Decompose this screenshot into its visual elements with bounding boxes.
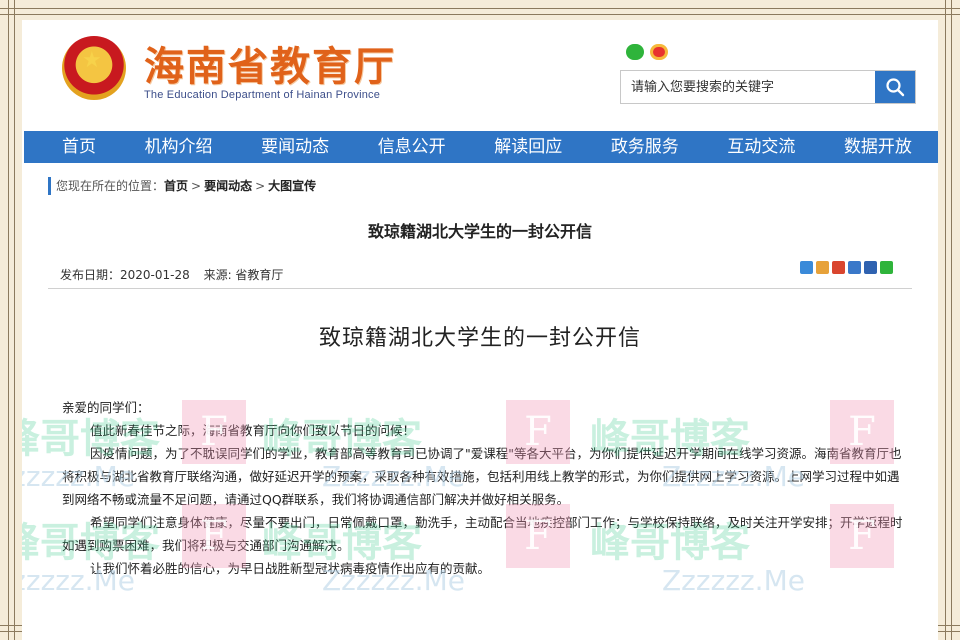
site-header: ★ 海南省教育厅 The Education Department of Hai…: [22, 20, 938, 130]
star-icon: ★: [82, 48, 102, 73]
breadcrumb-separator: >: [191, 179, 202, 193]
wechat-share-icon[interactable]: [880, 261, 893, 274]
salutation: 亲爱的同学们：: [62, 400, 150, 415]
article-source: 来源: 省教育厅: [203, 268, 284, 282]
breadcrumb: 您现在所在的位置：首页 > 要闻动态 > 大图宣传: [48, 177, 316, 195]
search-box: [620, 70, 916, 104]
search-input[interactable]: [621, 71, 875, 103]
publish-date: 发布日期：2020-01-28: [60, 268, 190, 282]
main-nav: 首页 机构介绍 要闻动态 信息公开 解读回应 政务服务 互动交流 数据开放: [24, 131, 938, 163]
article-meta: 发布日期：2020-01-28 来源: 省教育厅: [60, 266, 293, 283]
frame-line: [0, 8, 960, 9]
breadcrumb-prefix: 您现在所在的位置：: [56, 179, 165, 193]
site-subtitle: The Education Department of Hainan Provi…: [144, 89, 381, 101]
page-container: ★ 海南省教育厅 The Education Department of Hai…: [22, 20, 938, 640]
frame-line: [951, 0, 952, 640]
frame-line: [8, 0, 9, 640]
nav-item-home[interactable]: 首页: [62, 131, 96, 163]
paragraph: 让我们怀着必胜的信心，为早日战胜新型冠状病毒疫情作出应有的贡献。: [90, 561, 491, 576]
paragraph: 因疫情问题，为了不耽误同学们的学业，教育部高等教育司已协调了"爱课程"等各大平台…: [62, 446, 902, 507]
breadcrumb-item-banner[interactable]: 大图宣传: [268, 179, 316, 193]
wechat-icon[interactable]: [626, 44, 644, 60]
nav-item-interaction[interactable]: 互动交流: [727, 131, 795, 163]
social-links: [626, 44, 668, 60]
paragraph: 希望同学们注意身体健康，尽量不要出门，日常佩戴口罩，勤洗手，主动配合当地疾控部门…: [62, 515, 903, 553]
weibo-icon[interactable]: [650, 44, 668, 60]
share-bar: [800, 261, 893, 274]
nav-item-news[interactable]: 要闻动态: [261, 131, 329, 163]
frame-line: [14, 0, 15, 640]
weibo-share-icon[interactable]: [832, 261, 845, 274]
search-icon: [886, 78, 905, 97]
nav-item-open-data[interactable]: 数据开放: [844, 131, 912, 163]
frame-line: [0, 14, 960, 15]
national-emblem-icon[interactable]: ★: [62, 36, 126, 100]
people-icon[interactable]: [864, 261, 877, 274]
plus-share-icon[interactable]: [800, 261, 813, 274]
renren-icon[interactable]: [848, 261, 861, 274]
site-title[interactable]: 海南省教育厅: [144, 34, 396, 92]
breadcrumb-item-home[interactable]: 首页: [164, 179, 188, 193]
nav-item-interpretation[interactable]: 解读回应: [494, 131, 562, 163]
breadcrumb-separator: >: [255, 179, 266, 193]
article-heading: 致琼籍湖北大学生的一封公开信: [367, 222, 592, 241]
qzone-icon[interactable]: [816, 261, 829, 274]
article-body: 亲爱的同学们： 值此新春佳节之际，海南省教育厅向你们致以节日的问候！ 因疫情问题…: [62, 396, 908, 580]
divider: [48, 288, 912, 289]
nav-item-services[interactable]: 政务服务: [611, 131, 679, 163]
letter-title: 致琼籍湖北大学生的一封公开信: [318, 326, 641, 351]
breadcrumb-item-news[interactable]: 要闻动态: [204, 179, 252, 193]
nav-item-disclosure[interactable]: 信息公开: [378, 131, 446, 163]
frame-line: [945, 0, 946, 640]
search-button[interactable]: [875, 71, 915, 103]
nav-item-organization[interactable]: 机构介绍: [145, 131, 213, 163]
paragraph: 值此新春佳节之际，海南省教育厅向你们致以节日的问候！: [90, 423, 416, 438]
